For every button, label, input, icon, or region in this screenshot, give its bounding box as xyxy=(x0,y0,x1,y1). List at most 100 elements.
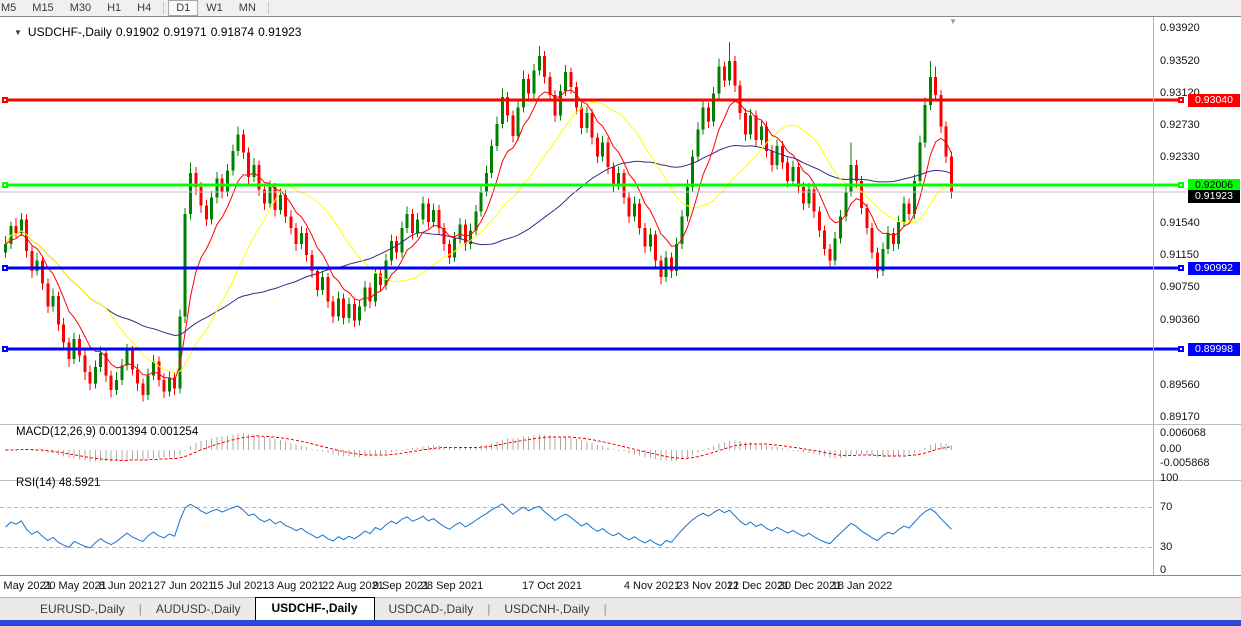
price-level-badge: 0.93040 xyxy=(1188,94,1240,107)
candle xyxy=(717,66,720,93)
rsi-value: 48.5921 xyxy=(59,477,101,489)
price-level-badge: 0.90992 xyxy=(1188,262,1240,275)
candle xyxy=(485,173,488,192)
date-tick: 27 Jun 2021 xyxy=(154,580,215,592)
candle xyxy=(115,380,118,390)
date-tick: 8 Jun 2021 xyxy=(99,580,153,592)
candle xyxy=(200,187,203,206)
chart-canvas[interactable] xyxy=(0,0,1241,626)
candle xyxy=(702,107,705,129)
candle xyxy=(205,206,208,220)
tab-usdchf[interactable]: USDCHF-,Daily xyxy=(255,597,375,620)
price-tick: 0.91540 xyxy=(1160,217,1200,229)
candle xyxy=(728,61,731,81)
price-tick: 0.93520 xyxy=(1160,55,1200,67)
candle xyxy=(760,126,763,140)
mt4-chart-window: M5M15M30H1H4D1W1MN ▼USDCHF-,Daily0.91902… xyxy=(0,0,1241,626)
candle xyxy=(78,339,81,355)
candle xyxy=(834,238,837,260)
macd-tick: 0.00 xyxy=(1160,443,1181,455)
candle xyxy=(157,361,160,380)
date-tick: 4 Nov 2021 xyxy=(624,580,680,592)
candle xyxy=(41,261,44,284)
candle xyxy=(427,203,430,222)
tab-usdcnh[interactable]: USDCNH-,Daily xyxy=(490,599,603,620)
tab-eurusd[interactable]: EURUSD-,Daily xyxy=(26,599,139,620)
candle xyxy=(543,56,546,77)
chart-shift-icon[interactable]: ▼ xyxy=(949,17,957,26)
candle xyxy=(411,214,414,233)
candle xyxy=(89,372,92,383)
candle xyxy=(696,130,699,157)
candle xyxy=(131,351,134,370)
candle xyxy=(638,203,641,228)
candle xyxy=(723,66,726,80)
candle xyxy=(765,126,768,151)
candle xyxy=(522,79,525,108)
candle xyxy=(46,284,49,307)
candle xyxy=(300,233,303,244)
price-tick: 0.93920 xyxy=(1160,22,1200,34)
tab-audusd[interactable]: AUDUSD-,Daily xyxy=(142,599,255,620)
candle xyxy=(268,187,271,203)
candle xyxy=(136,370,139,384)
rsi-tick: 30 xyxy=(1160,541,1172,553)
candle xyxy=(686,187,689,216)
tab-usdcad[interactable]: USDCAD-,Daily xyxy=(375,599,488,620)
price-level-badge: 0.91923 xyxy=(1188,190,1240,203)
candle xyxy=(596,138,599,157)
candle xyxy=(527,79,530,94)
candle xyxy=(295,228,298,244)
ohlc-close: 0.91923 xyxy=(258,25,301,39)
candle xyxy=(358,306,361,320)
candle xyxy=(363,288,366,307)
candle xyxy=(575,87,578,107)
candle xyxy=(770,151,773,165)
candle xyxy=(865,208,868,228)
candle xyxy=(818,211,821,230)
candle xyxy=(226,171,229,192)
candle xyxy=(591,113,594,138)
candle xyxy=(437,210,440,228)
candle xyxy=(353,304,356,320)
candle xyxy=(749,116,752,135)
tab-separator: | xyxy=(604,602,607,620)
candle xyxy=(141,383,144,394)
candle xyxy=(612,167,615,185)
candle xyxy=(791,167,794,181)
rsi-tick: 0 xyxy=(1160,564,1166,576)
candle xyxy=(432,210,435,222)
rsi-tick: 70 xyxy=(1160,501,1172,513)
candle xyxy=(422,203,425,219)
candle xyxy=(184,214,187,316)
price-axis: 0.939200.935200.931200.927300.923300.915… xyxy=(1156,0,1241,600)
candle xyxy=(4,244,7,252)
price-tick: 0.90360 xyxy=(1160,314,1200,326)
candle xyxy=(776,146,779,165)
candle xyxy=(855,165,858,181)
candle xyxy=(83,356,86,372)
candle xyxy=(517,107,520,136)
candle xyxy=(585,113,588,128)
candles-layer xyxy=(4,42,953,402)
bottom-accent-strip xyxy=(0,620,1241,626)
candle xyxy=(342,298,345,318)
candle xyxy=(326,277,329,302)
candle xyxy=(110,375,113,390)
candle xyxy=(52,296,55,307)
time-axis: 2 May 202120 May 20218 Jun 202127 Jun 20… xyxy=(0,576,1241,597)
collapse-triangle-icon[interactable]: ▼ xyxy=(14,28,22,37)
ohlc-open: 0.91902 xyxy=(116,25,159,39)
candle xyxy=(152,361,155,375)
candle xyxy=(453,238,456,257)
candle xyxy=(348,304,351,318)
candle xyxy=(908,203,911,214)
candle xyxy=(178,316,181,388)
candle xyxy=(691,157,694,187)
candle xyxy=(786,162,789,181)
candle xyxy=(374,274,377,302)
candle xyxy=(289,216,292,227)
ohlc-high: 0.91971 xyxy=(163,25,206,39)
macd-indicator-label: MACD(12,26,9) 0.001394 0.001254 xyxy=(16,426,198,438)
macd-values: 0.001394 0.001254 xyxy=(99,426,198,438)
